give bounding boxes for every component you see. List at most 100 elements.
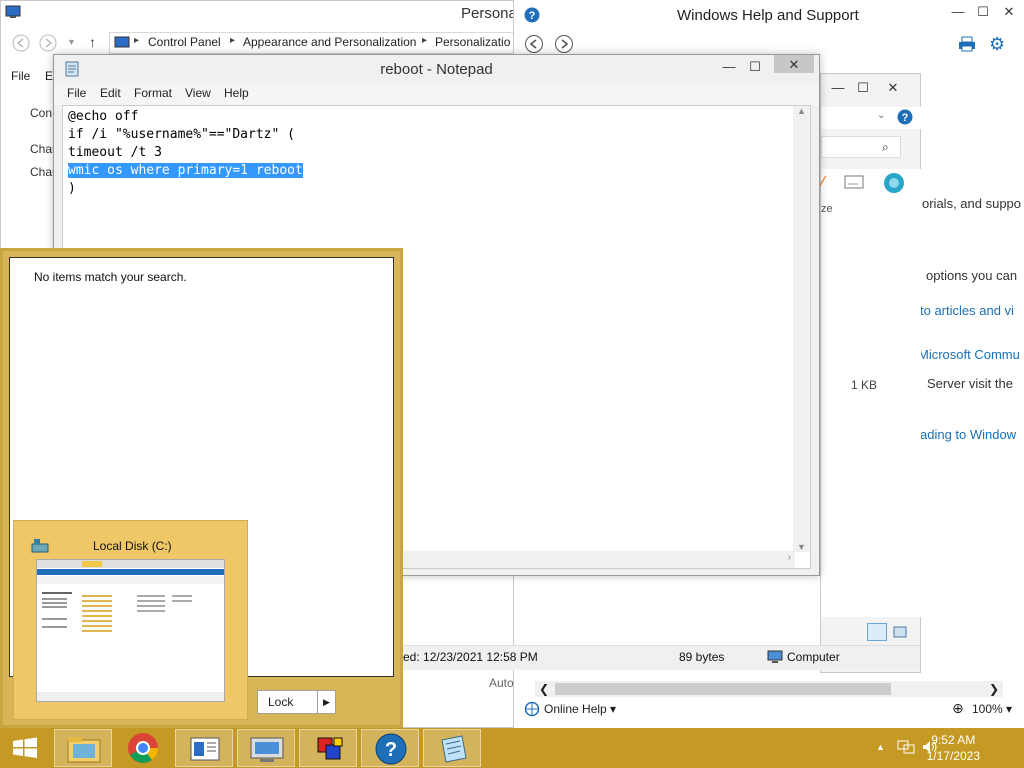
notepad-menubar: File Edit Format View Help (54, 83, 819, 105)
no-results-message: No items match your search. (34, 270, 187, 284)
taskbar-notepad[interactable] (423, 729, 481, 767)
help-back-button[interactable] (524, 34, 544, 54)
network-icon[interactable] (897, 739, 915, 755)
notepad-vertical-scrollbar[interactable]: ▲ ▼ (793, 106, 810, 552)
scroll-right-arrow-icon[interactable]: ❯ (989, 681, 999, 697)
lock-button[interactable]: Lock ▶ (257, 690, 336, 714)
help-question-icon: ? (524, 7, 540, 23)
clock-date: 1/17/2023 (926, 749, 980, 763)
globe-icon[interactable] (883, 172, 905, 194)
notepad-maximize-button[interactable]: ☐ (740, 57, 770, 77)
taskbar-thumbnail-preview[interactable]: Local Disk (C:) (13, 520, 248, 720)
svg-text:?: ? (902, 112, 909, 124)
mail-icon[interactable] (844, 175, 864, 189)
online-help-label: Online Help (544, 702, 607, 716)
explorer-content: ze 1 KB (821, 197, 921, 617)
explorer-address-strip[interactable]: ⌄ ? (821, 107, 921, 129)
menu-edit[interactable]: E (45, 69, 53, 83)
recent-dropdown-icon[interactable]: ▼ (67, 37, 76, 47)
text-line: @echo off (68, 109, 139, 124)
menu-help[interactable]: Help (224, 86, 249, 100)
address-bar[interactable]: ▸ Control Panel ▸ Appearance and Persona… (109, 32, 559, 54)
settings-gear-icon[interactable]: ⚙ (989, 35, 1005, 53)
clock-time: 9:52 AM (931, 733, 976, 747)
up-arrow-icon[interactable]: ↑ (89, 34, 96, 50)
file-size-cell: 1 KB (851, 378, 878, 392)
thumbnail-window-image (36, 559, 225, 702)
status-size: 89 bytes (679, 650, 725, 664)
status-computer-icon (767, 650, 783, 664)
control-panel-app-icon (5, 5, 21, 19)
breadcrumb-personalization[interactable]: Personalizatio (435, 35, 510, 49)
details-view-icon[interactable] (867, 623, 887, 641)
brush-icon[interactable]: ⁄ (821, 173, 824, 194)
online-help-icon (524, 701, 540, 717)
menu-format[interactable]: Format (134, 86, 172, 100)
text-line: if /i "%username%"=="Dartz" ( (68, 127, 295, 142)
svg-text:?: ? (529, 10, 536, 22)
menu-file[interactable]: File (67, 86, 86, 100)
online-help-dropdown[interactable]: Online Help ▾ (544, 702, 616, 716)
breadcrumb-separator: ▸ (134, 35, 140, 46)
help-horizontal-scrollbar[interactable]: ❮ ❯ (535, 681, 1003, 697)
search-icon: ⌕ (882, 140, 889, 154)
breadcrumb-control-panel[interactable]: Control Panel (148, 35, 221, 49)
show-hidden-icons-icon[interactable]: ▲ (876, 742, 885, 752)
forward-button[interactable] (38, 33, 58, 53)
local-disk-icon (31, 538, 49, 554)
zoom-level: 100% (972, 702, 1003, 716)
notepad-close-button[interactable]: ✕ (774, 55, 814, 73)
address-chevron-icon[interactable]: ⌄ (877, 110, 885, 121)
text-line: timeout /t 3 (68, 145, 162, 160)
explorer-search-box[interactable]: ⌕ (821, 136, 901, 158)
explorer-window: — ☐ ✕ ⌄ ? ⌕ ⁄ ze 1 KB (820, 73, 921, 673)
help-forward-button[interactable] (554, 34, 574, 54)
lock-label: Lock (268, 695, 294, 709)
column-header-size: ze (821, 203, 833, 215)
explorer-ribbon: ⁄ (821, 169, 921, 197)
help-text-line: options you can (926, 268, 1018, 283)
back-button[interactable] (11, 33, 31, 53)
menu-view[interactable]: View (185, 86, 211, 100)
control-panel-small-icon (114, 36, 130, 50)
scroll-up-arrow-icon[interactable]: ▲ (797, 106, 806, 116)
taskbar-control-panel[interactable] (175, 729, 233, 767)
taskbar-chrome[interactable] (114, 729, 172, 767)
auto-text: Auto (489, 676, 514, 690)
control-panel-title: Persona (461, 5, 517, 22)
start-button[interactable] (3, 729, 47, 767)
scroll-left-arrow-icon[interactable]: ❮ (539, 681, 549, 697)
selected-text-line: wmic os where primary=1 reboot (68, 163, 303, 178)
taskbar-help-and-support[interactable]: ? (361, 729, 419, 767)
taskbar-remote-desktop[interactable] (237, 729, 295, 767)
menu-edit[interactable]: Edit (100, 86, 121, 100)
power-options-arrow-icon[interactable]: ▶ (317, 691, 335, 713)
explorer-help-icon[interactable]: ? (897, 109, 913, 125)
explorer-close-button[interactable]: ✕ (878, 78, 908, 98)
help-link[interactable]: to articles and vi (920, 303, 1014, 318)
taskbar: ? ▲ 9:52 AM 1/17/2023 (0, 728, 1024, 768)
explorer-maximize-button[interactable]: ☐ (848, 78, 878, 98)
zoom-icon[interactable]: ⊕ (952, 701, 964, 715)
help-window-title: Windows Help and Support (677, 7, 859, 24)
taskbar-app-cube[interactable] (299, 729, 357, 767)
breadcrumb-separator: ▸ (230, 35, 236, 46)
large-icons-view-icon[interactable] (891, 623, 909, 641)
taskbar-file-explorer[interactable] (54, 729, 112, 767)
help-text-line: Server visit the (927, 376, 1013, 391)
scroll-down-arrow-icon[interactable]: ▼ (797, 542, 806, 552)
print-icon[interactable] (958, 36, 976, 52)
system-clock[interactable]: 9:52 AM 1/17/2023 (927, 732, 980, 764)
help-link[interactable]: ading to Window (920, 427, 1016, 442)
text-line: ) (68, 181, 76, 196)
breadcrumb-appearance[interactable]: Appearance and Personalization (243, 35, 416, 49)
status-location: Computer (787, 650, 840, 664)
explorer-status-bar: fied: 12/23/2021 12:58 PM 89 bytes Compu… (397, 645, 920, 670)
sidebar-item[interactable]: Con (30, 106, 52, 120)
scroll-thumb[interactable] (555, 683, 891, 695)
scroll-right-arrow-icon[interactable]: › (788, 552, 791, 563)
menu-file[interactable]: File (11, 69, 30, 83)
zoom-level-dropdown[interactable]: 100% ▾ (972, 702, 1012, 716)
help-close-button[interactable]: ✕ (994, 2, 1024, 22)
help-link[interactable]: Microsoft Commu (918, 347, 1020, 362)
